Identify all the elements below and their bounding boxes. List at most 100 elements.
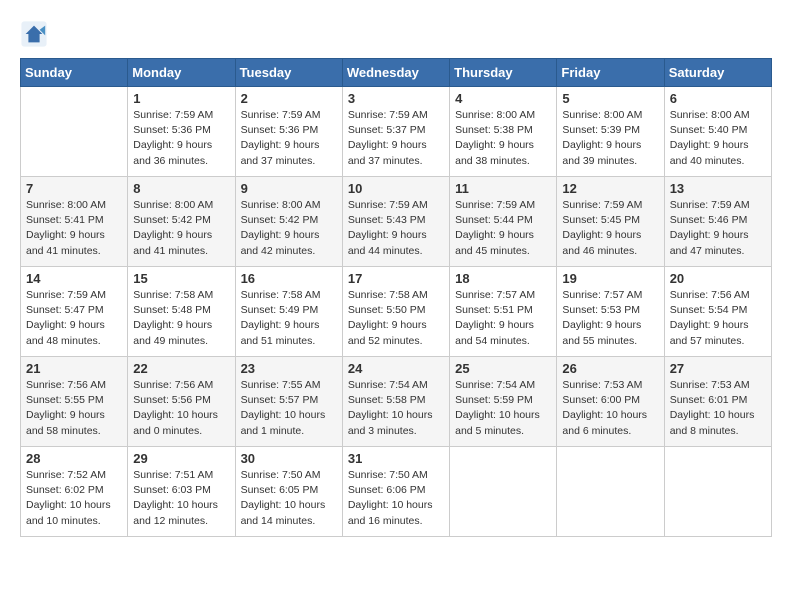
cell-info: Sunrise: 7:59 AM Sunset: 5:36 PM Dayligh… [241, 108, 337, 169]
day-number: 13 [670, 181, 766, 196]
cell-info: Sunrise: 7:56 AM Sunset: 5:56 PM Dayligh… [133, 378, 229, 439]
calendar-cell: 20 Sunrise: 7:56 AM Sunset: 5:54 PM Dayli… [664, 267, 771, 357]
cell-info: Sunrise: 7:58 AM Sunset: 5:49 PM Dayligh… [241, 288, 337, 349]
cell-info: Sunrise: 8:00 AM Sunset: 5:40 PM Dayligh… [670, 108, 766, 169]
cell-info: Sunrise: 7:55 AM Sunset: 5:57 PM Dayligh… [241, 378, 337, 439]
day-header-sunday: Sunday [21, 59, 128, 87]
day-header-monday: Monday [128, 59, 235, 87]
day-number: 23 [241, 361, 337, 376]
calendar-cell [21, 87, 128, 177]
day-number: 9 [241, 181, 337, 196]
calendar-cell: 5Sunrise: 8:00 AM Sunset: 5:39 PM Daylig… [557, 87, 664, 177]
cell-info: Sunrise: 8:00 AM Sunset: 5:41 PM Dayligh… [26, 198, 122, 259]
calendar-cell: 10 Sunrise: 7:59 AM Sunset: 5:43 PM Dayli… [342, 177, 449, 267]
day-number: 31 [348, 451, 444, 466]
calendar-cell: 2 Sunrise: 7:59 AM Sunset: 5:36 PM Daylig… [235, 87, 342, 177]
day-header-friday: Friday [557, 59, 664, 87]
calendar-cell: 11 Sunrise: 7:59 AM Sunset: 5:44 PM Dayli… [450, 177, 557, 267]
cell-info: Sunrise: 7:59 AM Sunset: 5:36 PM Dayligh… [133, 108, 229, 169]
day-number: 26 [562, 361, 658, 376]
day-number: 27 [670, 361, 766, 376]
day-number: 3 [348, 91, 444, 106]
cell-info: Sunrise: 7:58 AM Sunset: 5:50 PM Dayligh… [348, 288, 444, 349]
calendar-week-row: 1Sunrise: 7:59 AM Sunset: 5:36 PM Daylig… [21, 87, 772, 177]
calendar-cell: 23 Sunrise: 7:55 AM Sunset: 5:57 PM Dayli… [235, 357, 342, 447]
calendar-cell [450, 447, 557, 537]
calendar-cell: 22 Sunrise: 7:56 AM Sunset: 5:56 PM Dayli… [128, 357, 235, 447]
calendar-cell: 6Sunrise: 8:00 AM Sunset: 5:40 PM Daylig… [664, 87, 771, 177]
calendar-cell: 24 Sunrise: 7:54 AM Sunset: 5:58 PM Dayli… [342, 357, 449, 447]
cell-info: Sunrise: 8:00 AM Sunset: 5:42 PM Dayligh… [241, 198, 337, 259]
calendar-cell: 13 Sunrise: 7:59 AM Sunset: 5:46 PM Dayli… [664, 177, 771, 267]
cell-info: Sunrise: 7:59 AM Sunset: 5:46 PM Dayligh… [670, 198, 766, 259]
cell-info: Sunrise: 8:00 AM Sunset: 5:39 PM Dayligh… [562, 108, 658, 169]
calendar-header-row: SundayMondayTuesdayWednesdayThursdayFrid… [21, 59, 772, 87]
day-number: 19 [562, 271, 658, 286]
day-number: 28 [26, 451, 122, 466]
cell-info: Sunrise: 7:59 AM Sunset: 5:45 PM Dayligh… [562, 198, 658, 259]
day-number: 4 [455, 91, 551, 106]
day-number: 12 [562, 181, 658, 196]
cell-info: Sunrise: 8:00 AM Sunset: 5:38 PM Dayligh… [455, 108, 551, 169]
logo-icon [20, 20, 48, 48]
calendar-cell: 8 Sunrise: 8:00 AM Sunset: 5:42 PM Daylig… [128, 177, 235, 267]
calendar-week-row: 21Sunrise: 7:56 AM Sunset: 5:55 PM Dayli… [21, 357, 772, 447]
calendar-cell: 1Sunrise: 7:59 AM Sunset: 5:36 PM Daylig… [128, 87, 235, 177]
calendar-table: SundayMondayTuesdayWednesdayThursdayFrid… [20, 58, 772, 537]
cell-info: Sunrise: 7:53 AM Sunset: 6:01 PM Dayligh… [670, 378, 766, 439]
cell-info: Sunrise: 7:51 AM Sunset: 6:03 PM Dayligh… [133, 468, 229, 529]
day-number: 10 [348, 181, 444, 196]
cell-info: Sunrise: 7:59 AM Sunset: 5:44 PM Dayligh… [455, 198, 551, 259]
cell-info: Sunrise: 7:59 AM Sunset: 5:47 PM Dayligh… [26, 288, 122, 349]
calendar-week-row: 14 Sunrise: 7:59 AM Sunset: 5:47 PM Dayli… [21, 267, 772, 357]
cell-info: Sunrise: 7:56 AM Sunset: 5:54 PM Dayligh… [670, 288, 766, 349]
calendar-cell: 25 Sunrise: 7:54 AM Sunset: 5:59 PM Dayli… [450, 357, 557, 447]
day-header-thursday: Thursday [450, 59, 557, 87]
calendar-week-row: 28 Sunrise: 7:52 AM Sunset: 6:02 PM Dayli… [21, 447, 772, 537]
calendar-cell [664, 447, 771, 537]
calendar-cell [557, 447, 664, 537]
day-number: 30 [241, 451, 337, 466]
day-number: 20 [670, 271, 766, 286]
logo [20, 20, 52, 48]
calendar-cell: 30 Sunrise: 7:50 AM Sunset: 6:05 PM Dayli… [235, 447, 342, 537]
calendar-cell: 21Sunrise: 7:56 AM Sunset: 5:55 PM Dayli… [21, 357, 128, 447]
day-number: 24 [348, 361, 444, 376]
calendar-cell: 9 Sunrise: 8:00 AM Sunset: 5:42 PM Daylig… [235, 177, 342, 267]
cell-info: Sunrise: 7:59 AM Sunset: 5:43 PM Dayligh… [348, 198, 444, 259]
calendar-cell: 7 Sunrise: 8:00 AM Sunset: 5:41 PM Daylig… [21, 177, 128, 267]
cell-info: Sunrise: 7:57 AM Sunset: 5:53 PM Dayligh… [562, 288, 658, 349]
day-number: 2 [241, 91, 337, 106]
day-header-saturday: Saturday [664, 59, 771, 87]
day-number: 8 [133, 181, 229, 196]
day-number: 25 [455, 361, 551, 376]
calendar-cell: 29Sunrise: 7:51 AM Sunset: 6:03 PM Dayli… [128, 447, 235, 537]
calendar-cell: 18 Sunrise: 7:57 AM Sunset: 5:51 PM Dayli… [450, 267, 557, 357]
day-header-tuesday: Tuesday [235, 59, 342, 87]
cell-info: Sunrise: 7:58 AM Sunset: 5:48 PM Dayligh… [133, 288, 229, 349]
cell-info: Sunrise: 8:00 AM Sunset: 5:42 PM Dayligh… [133, 198, 229, 259]
page-header [20, 20, 772, 48]
cell-info: Sunrise: 7:50 AM Sunset: 6:05 PM Dayligh… [241, 468, 337, 529]
calendar-cell: 27 Sunrise: 7:53 AM Sunset: 6:01 PM Dayli… [664, 357, 771, 447]
calendar-cell: 12 Sunrise: 7:59 AM Sunset: 5:45 PM Dayli… [557, 177, 664, 267]
day-number: 11 [455, 181, 551, 196]
cell-info: Sunrise: 7:50 AM Sunset: 6:06 PM Dayligh… [348, 468, 444, 529]
calendar-cell: 15Sunrise: 7:58 AM Sunset: 5:48 PM Dayli… [128, 267, 235, 357]
cell-info: Sunrise: 7:56 AM Sunset: 5:55 PM Dayligh… [26, 378, 122, 439]
day-number: 22 [133, 361, 229, 376]
calendar-cell: 19 Sunrise: 7:57 AM Sunset: 5:53 PM Dayli… [557, 267, 664, 357]
cell-info: Sunrise: 7:52 AM Sunset: 6:02 PM Dayligh… [26, 468, 122, 529]
calendar-cell: 4 Sunrise: 8:00 AM Sunset: 5:38 PM Daylig… [450, 87, 557, 177]
cell-info: Sunrise: 7:53 AM Sunset: 6:00 PM Dayligh… [562, 378, 658, 439]
day-number: 18 [455, 271, 551, 286]
day-number: 14 [26, 271, 122, 286]
day-number: 16 [241, 271, 337, 286]
calendar-cell: 16 Sunrise: 7:58 AM Sunset: 5:49 PM Dayli… [235, 267, 342, 357]
calendar-cell: 28 Sunrise: 7:52 AM Sunset: 6:02 PM Dayli… [21, 447, 128, 537]
cell-info: Sunrise: 7:57 AM Sunset: 5:51 PM Dayligh… [455, 288, 551, 349]
calendar-cell: 14 Sunrise: 7:59 AM Sunset: 5:47 PM Dayli… [21, 267, 128, 357]
cell-info: Sunrise: 7:54 AM Sunset: 5:59 PM Dayligh… [455, 378, 551, 439]
cell-info: Sunrise: 7:54 AM Sunset: 5:58 PM Dayligh… [348, 378, 444, 439]
day-number: 7 [26, 181, 122, 196]
